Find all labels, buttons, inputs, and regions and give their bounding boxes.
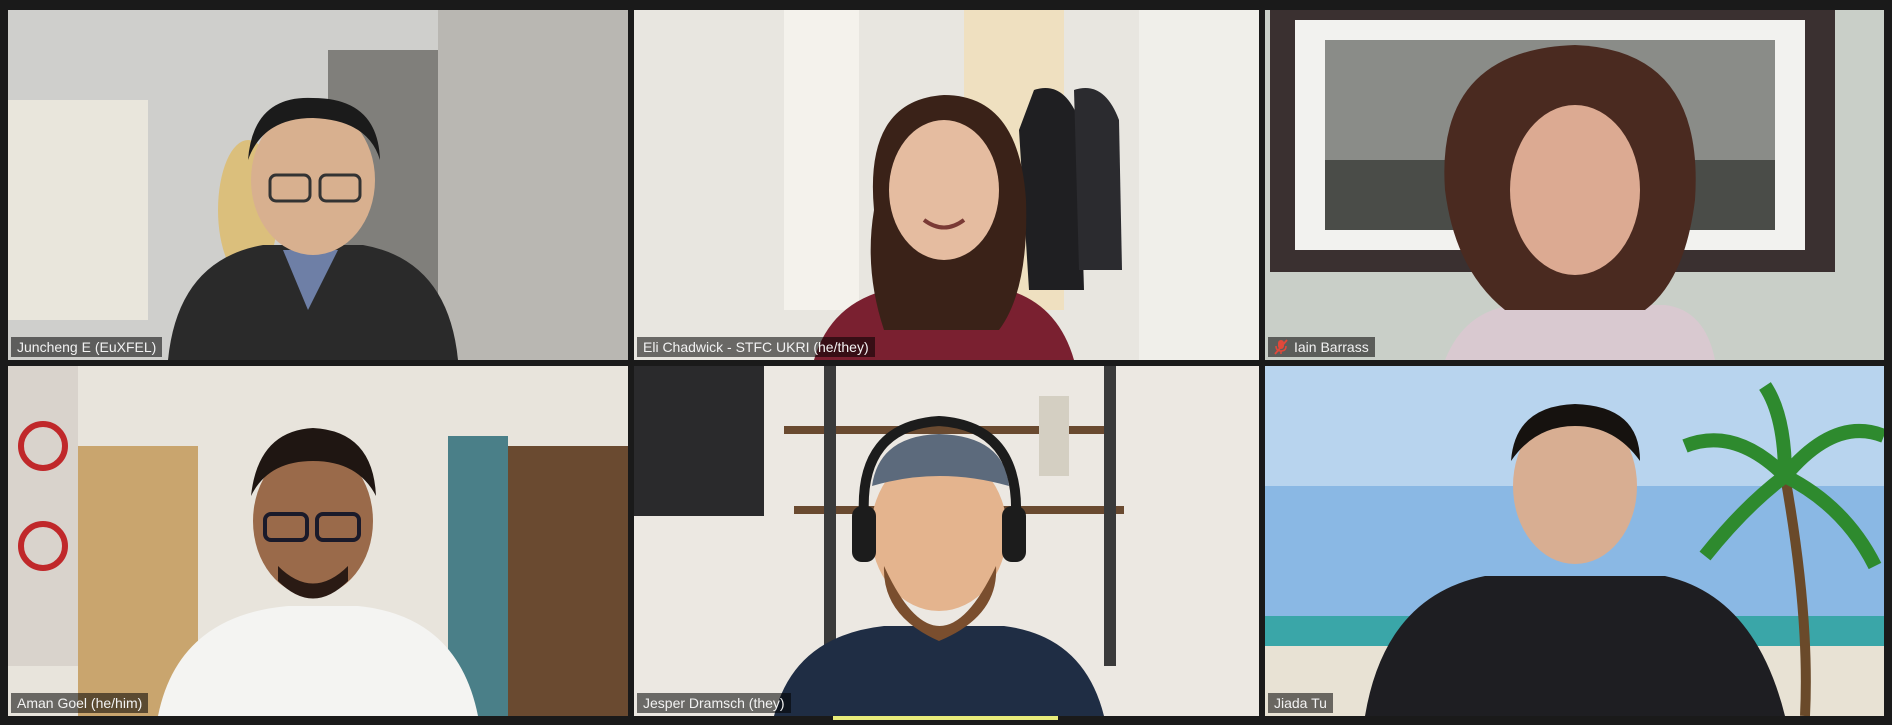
video-tile-iain[interactable]: Iain Barrass: [1265, 10, 1884, 360]
participant-name-label: Aman Goel (he/him): [11, 693, 149, 713]
video-tile-eli[interactable]: Eli Chadwick - STFC UKRI (he/they): [634, 10, 1259, 360]
participant-name-label: Jesper Dramsch (they): [637, 693, 791, 713]
participant-name: Jiada Tu: [1274, 695, 1327, 711]
microphone-muted-icon: [1274, 339, 1288, 355]
participant-name-label: Juncheng E (EuXFEL): [11, 337, 163, 357]
video-feed: [8, 366, 628, 716]
participant-name: Eli Chadwick - STFC UKRI (he/they): [643, 339, 869, 355]
participant-name: Aman Goel (he/him): [17, 695, 143, 711]
participant-name: Iain Barrass: [1294, 339, 1369, 355]
participant-name-label: Jiada Tu: [1268, 693, 1333, 713]
video-tile-juncheng[interactable]: Juncheng E (EuXFEL): [8, 10, 628, 360]
video-feed: [634, 10, 1259, 360]
video-feed: [8, 10, 628, 360]
video-gallery: Juncheng E (EuXFEL) Eli Chadwick - STFC …: [8, 10, 1884, 716]
participant-name-label: Eli Chadwick - STFC UKRI (he/they): [637, 337, 875, 357]
participant-name-label: Iain Barrass: [1268, 337, 1375, 357]
video-tile-aman[interactable]: Aman Goel (he/him): [8, 366, 628, 716]
participant-name: Juncheng E (EuXFEL): [17, 339, 157, 355]
video-tile-jesper[interactable]: Jesper Dramsch (they): [634, 366, 1259, 716]
video-feed: [1265, 366, 1884, 716]
participant-name: Jesper Dramsch (they): [643, 695, 785, 711]
video-feed: [634, 366, 1259, 716]
active-speaker-indicator: [833, 716, 1058, 720]
video-tile-jiada[interactable]: Jiada Tu: [1265, 366, 1884, 716]
video-feed: [1265, 10, 1884, 360]
